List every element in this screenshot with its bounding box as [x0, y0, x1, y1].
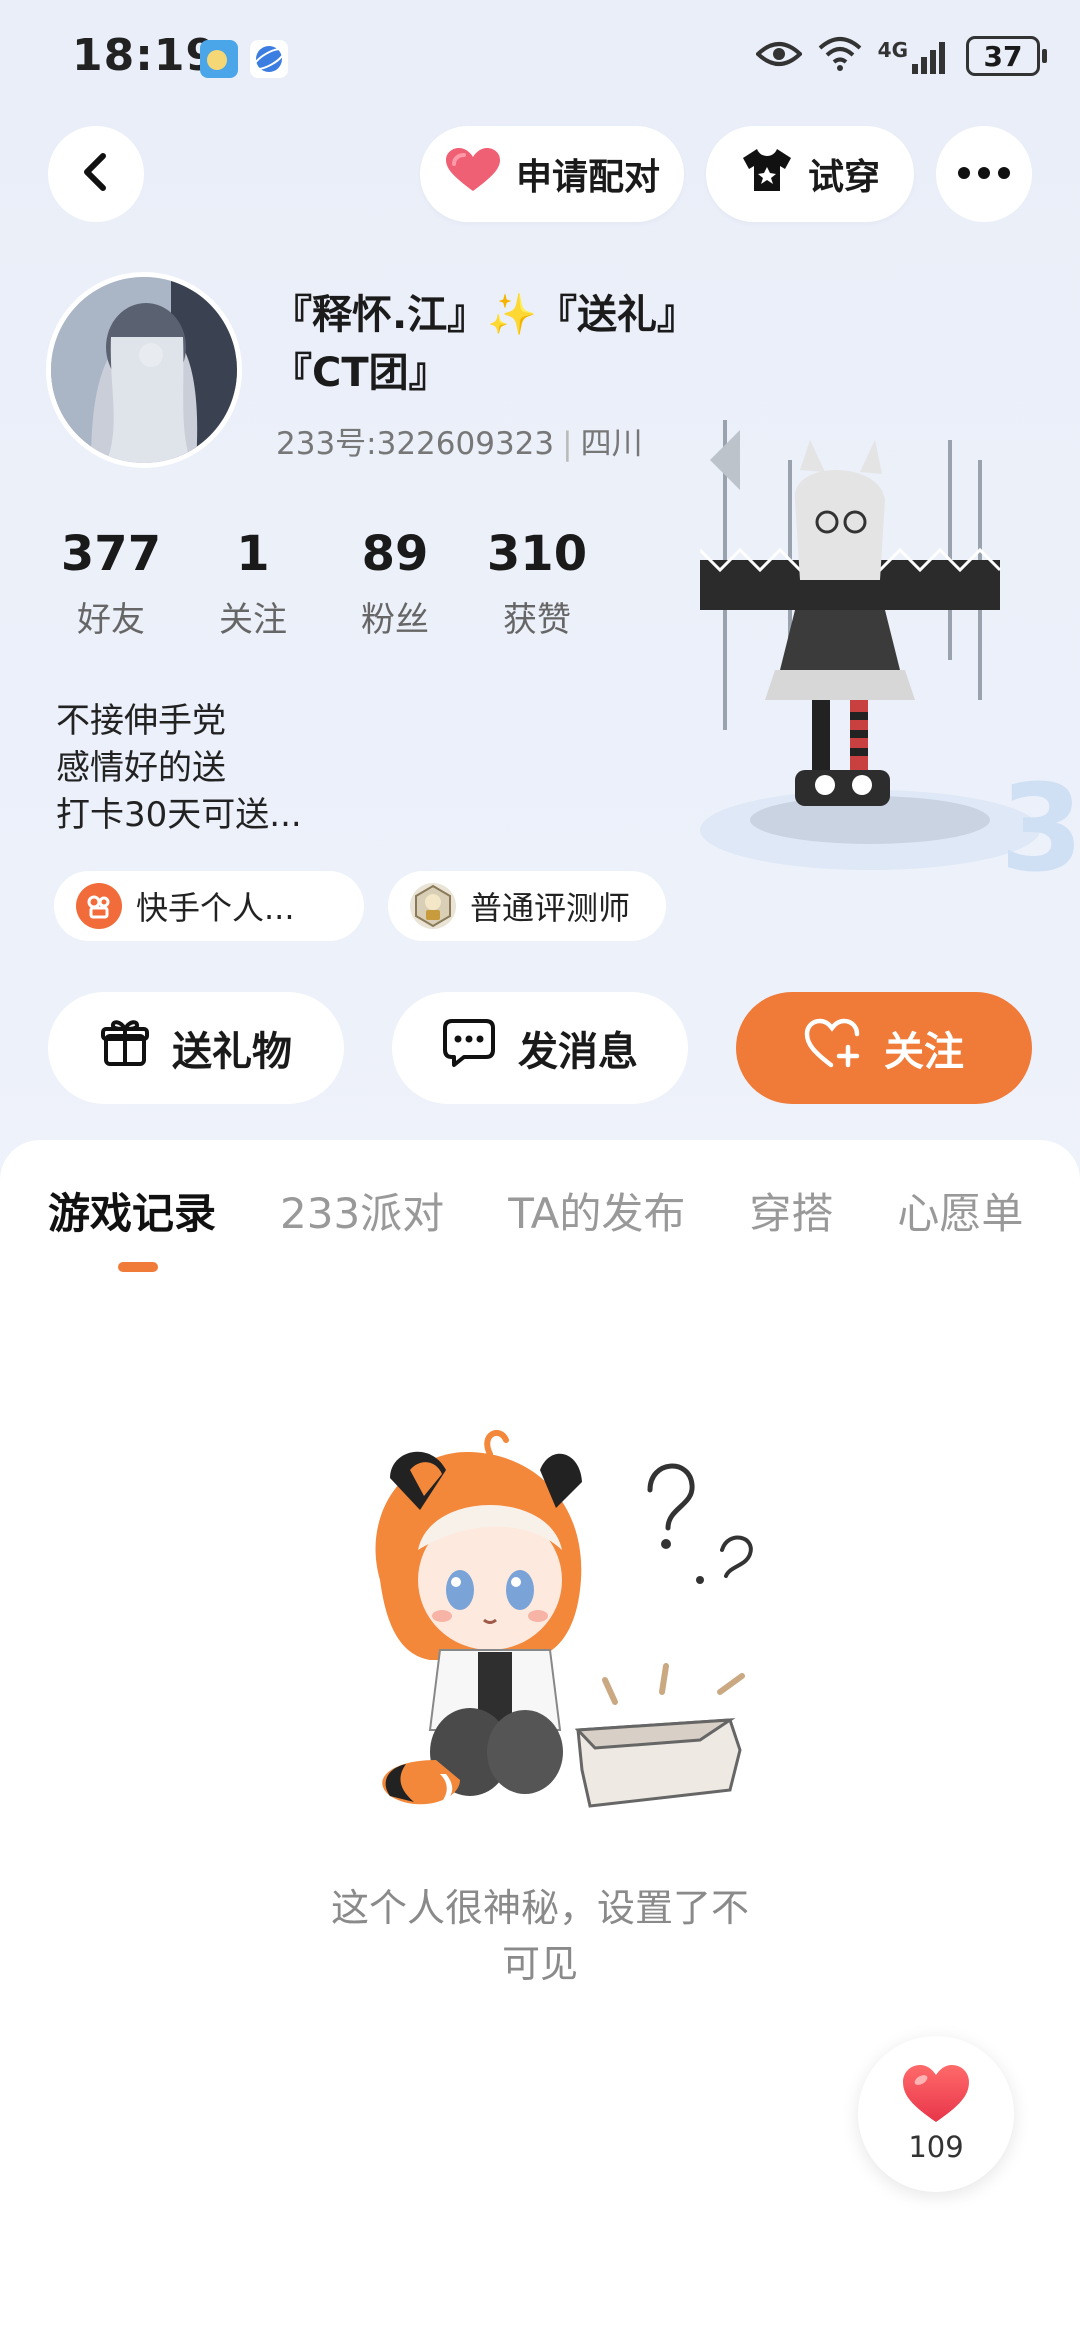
tag-label: 普通评测师 — [470, 889, 631, 927]
active-tab-indicator — [118, 1262, 158, 1272]
user-location: 四川 — [580, 426, 643, 462]
profile-tabs: 游戏记录 233派对 TA的发布 穿搭 心愿单 — [48, 1180, 1023, 1241]
tshirt-icon — [740, 147, 794, 202]
tag-reviewer[interactable]: 普通评测师 — [388, 871, 666, 941]
stat-likes[interactable]: 310 获赞 — [466, 526, 608, 641]
bio-line: 打卡30天可送... — [56, 795, 302, 835]
like-count: 109 — [908, 2130, 964, 2164]
chevron-left-icon — [79, 152, 113, 196]
send-message-button[interactable]: 发消息 — [392, 992, 688, 1104]
try-on-label: 试穿 — [807, 157, 880, 198]
weather-app-icon — [200, 40, 238, 78]
tab-outfits[interactable]: 穿搭 — [749, 1180, 833, 1241]
stat-friends[interactable]: 377 好友 — [40, 526, 182, 641]
display-name: 『释怀.江』✨『送礼』 『CT团』 — [272, 286, 697, 402]
empty-state-illustration — [350, 1430, 770, 1810]
tab-game-records[interactable]: 游戏记录 — [48, 1180, 216, 1241]
profile-stats: 377 好友 1 关注 89 粉丝 310 获赞 — [40, 526, 608, 641]
send-gift-label: 送礼物 — [172, 1029, 292, 1075]
eye-icon — [754, 39, 803, 73]
display-name-line1: 『释怀.江』✨『送礼』 — [272, 292, 697, 338]
like-button[interactable]: 109 — [858, 2036, 1014, 2192]
try-on-button[interactable]: 试穿 — [706, 126, 914, 222]
status-bar: 18:19 4G 37 — [0, 0, 1080, 120]
heart-plus-icon — [804, 1017, 862, 1079]
tag-kuaishou[interactable]: 快手个人... — [54, 871, 364, 941]
wifi-icon — [816, 34, 864, 78]
avatar-character-showcase[interactable]: 33 — [698, 400, 1080, 899]
follow-button[interactable]: 关注 — [736, 992, 1032, 1104]
message-bubble-icon — [442, 1018, 496, 1078]
match-request-button[interactable]: 申请配对 — [420, 126, 684, 222]
gift-icon — [100, 1018, 150, 1078]
battery-indicator: 37 — [966, 36, 1047, 76]
tab-posts[interactable]: TA的发布 — [508, 1180, 685, 1241]
more-options-button[interactable] — [936, 126, 1032, 222]
follow-label: 关注 — [884, 1029, 964, 1075]
more-icon — [956, 165, 1012, 184]
heart-icon — [444, 147, 502, 202]
send-gift-button[interactable]: 送礼物 — [48, 992, 344, 1104]
avatar[interactable] — [46, 272, 242, 468]
bio-line: 不接伸手党 — [56, 701, 226, 741]
status-time: 18:19 — [72, 30, 218, 81]
browser-app-icon — [250, 40, 288, 78]
match-request-label: 申请配对 — [515, 157, 660, 198]
network-type: 4G — [877, 38, 908, 62]
signal-icon: 4G — [878, 38, 952, 74]
tab-233-party[interactable]: 233派对 — [280, 1180, 444, 1241]
stat-followers[interactable]: 89 粉丝 — [324, 526, 466, 641]
stat-following[interactable]: 1 关注 — [182, 526, 324, 641]
back-button[interactable] — [48, 126, 144, 222]
tag-label: 快手个人... — [136, 889, 295, 927]
kuaishou-icon — [76, 883, 122, 929]
display-name-line2: 『CT团』 — [272, 350, 449, 396]
send-message-label: 发消息 — [518, 1029, 638, 1075]
svg-text:33: 33 — [1000, 760, 1080, 880]
reviewer-badge-icon — [410, 883, 456, 929]
profile-bio: 不接伸手党 感情好的送 打卡30天可送... — [56, 698, 302, 839]
heart-icon — [901, 2064, 971, 2128]
content-panel: 游戏记录 233派对 TA的发布 穿搭 心愿单 这个人很神秘，设置了不 可见 1… — [0, 1140, 1080, 2340]
user-id: 233号:322609323 — [276, 426, 555, 462]
user-id-line: 233号:322609323 | 四川 — [276, 426, 643, 462]
bio-line: 感情好的送 — [56, 748, 226, 788]
tab-wishlist[interactable]: 心愿单 — [897, 1180, 1023, 1241]
empty-state-message: 这个人很神秘，设置了不 可见 — [330, 1886, 749, 1986]
